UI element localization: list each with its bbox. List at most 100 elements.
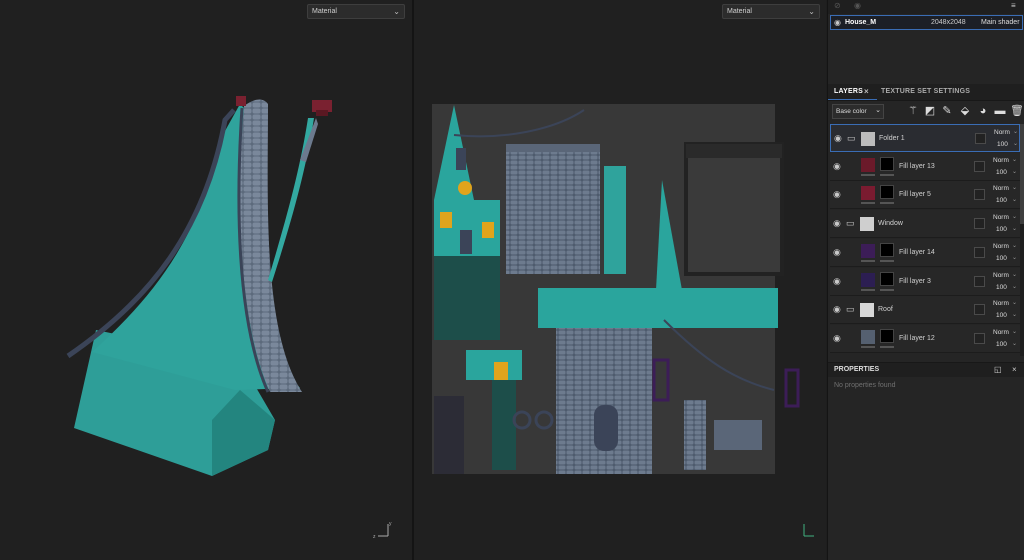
blend-mode-select[interactable]: Norm: [993, 329, 1009, 336]
chevron-down-icon: ⌄: [1012, 271, 1018, 278]
layer-row[interactable]: ◉ ▭ Folder 1 Norm 100 ⌄ ⌄: [830, 124, 1020, 152]
layer-checkbox[interactable]: [974, 189, 985, 201]
layer-thumbnail: [861, 329, 875, 344]
magic-wand-icon[interactable]: ⚚: [907, 104, 919, 118]
layer-row[interactable]: ◉ Fill layer 12 Norm 100 ⌄ ⌄: [830, 324, 1020, 353]
layer-name: Fill layer 3: [899, 277, 931, 285]
chevron-down-icon: ⌄: [393, 7, 400, 16]
eye-icon[interactable]: ◉: [833, 189, 841, 200]
fill-bucket-icon[interactable]: ⬙: [959, 104, 971, 118]
chevron-down-icon: ⌄: [808, 7, 815, 16]
layer-checkbox[interactable]: [974, 304, 985, 316]
lock-icon[interactable]: ⊘: [834, 1, 841, 10]
layer-scrollbar[interactable]: [1020, 124, 1024, 356]
channel-select[interactable]: Base color ⌄: [832, 104, 884, 119]
eye-icon[interactable]: ◉: [833, 333, 841, 344]
add-mask-icon[interactable]: ◩: [924, 104, 936, 118]
layer-checkbox[interactable]: [974, 160, 985, 172]
blend-mode-select[interactable]: Norm: [993, 185, 1009, 192]
brush-icon[interactable]: ✎: [941, 104, 953, 118]
layers-toolbar: Base color ⌄ ⚚ ◩ ✎ ⬙ ◕ ▬ 🗑: [828, 101, 1024, 123]
texture-set-row[interactable]: ◉ House_M 2048x2048 Main shader: [830, 15, 1023, 30]
chevron-down-icon: ⌄: [1012, 197, 1018, 204]
folder-icon[interactable]: ▭: [846, 304, 855, 315]
tab-texture-set-settings[interactable]: TEXTURE SET SETTINGS: [881, 88, 970, 95]
visibility-icon[interactable]: ◉: [854, 1, 861, 10]
opacity-value[interactable]: 100: [996, 169, 1007, 176]
mask-bar: [880, 288, 894, 291]
uv-texture-map: [432, 104, 800, 474]
axis-gizmo-icon: y z: [373, 521, 392, 540]
eye-icon[interactable]: ◉: [833, 304, 841, 315]
chevron-down-icon: ⌄: [1012, 226, 1018, 233]
layer-name: Fill layer 14: [899, 248, 935, 256]
folder-icon[interactable]: ▭: [846, 218, 855, 229]
layer-thumbnail: [860, 303, 874, 318]
layer-mask-thumbnail: [880, 185, 894, 200]
blend-mode-select[interactable]: Norm: [993, 300, 1009, 307]
scrollbar-thumb[interactable]: [1020, 124, 1024, 224]
material-select-3d[interactable]: Material ⌄: [307, 4, 405, 19]
blend-mode-select[interactable]: Norm: [993, 214, 1009, 221]
folder-icon[interactable]: ▭: [847, 133, 856, 144]
tab-layers[interactable]: LAYERS: [834, 88, 863, 95]
layer-row[interactable]: ◉ ▭ Window Norm 100 ⌄ ⌄: [830, 210, 1020, 239]
layer-row[interactable]: ◉ ▭ Roof Norm 100 ⌄ ⌄: [830, 296, 1020, 325]
layer-checkbox[interactable]: [974, 246, 985, 258]
opacity-value[interactable]: 100: [996, 312, 1007, 319]
eye-icon[interactable]: ◉: [834, 133, 842, 144]
opacity-value[interactable]: 100: [996, 284, 1007, 291]
no-properties-text: No properties found: [834, 382, 896, 389]
layer-row[interactable]: ◉ Fill layer 5 Norm 100 ⌄ ⌄: [830, 181, 1020, 210]
layer-thumbnail: [861, 186, 875, 201]
viewport-2d[interactable]: Material ⌄: [414, 0, 826, 560]
undock-icon[interactable]: ◱: [994, 365, 1002, 374]
blend-mode-select[interactable]: Norm: [994, 129, 1010, 136]
layer-row[interactable]: ◉ Fill layer 3 Norm 100 ⌄ ⌄: [830, 267, 1020, 296]
uv-axis-gizmo-icon: [803, 524, 814, 537]
thumb-bar: [861, 202, 875, 205]
add-folder-icon[interactable]: ▬: [994, 104, 1006, 118]
chevron-down-icon: ⌄: [875, 107, 881, 114]
opacity-value[interactable]: 100: [996, 255, 1007, 262]
blend-mode-select[interactable]: Norm: [993, 243, 1009, 250]
layer-mask-thumbnail: [880, 242, 894, 257]
layer-mask-thumbnail: [880, 156, 894, 171]
layer-stack[interactable]: ◉ ▭ Folder 1 Norm 100 ⌄ ⌄ ◉ Fill layer 13 Norm 100…: [828, 124, 1020, 356]
eye-icon[interactable]: ◉: [834, 18, 841, 27]
chevron-down-icon: ⌄: [1012, 300, 1018, 307]
trash-icon[interactable]: 🗑: [1010, 104, 1024, 118]
viewport-3d[interactable]: Material ⌄ y z: [0, 0, 412, 560]
panel-menu-icon[interactable]: ≡: [1011, 1, 1016, 10]
eye-icon[interactable]: ◉: [833, 161, 841, 172]
chevron-down-icon: ⌄: [1012, 283, 1018, 290]
blend-mode-select[interactable]: Norm: [993, 272, 1009, 279]
blend-mode-select[interactable]: Norm: [993, 157, 1009, 164]
eye-icon[interactable]: ◉: [833, 247, 841, 258]
eye-icon[interactable]: ◉: [833, 276, 841, 287]
chevron-down-icon: ⌄: [1013, 141, 1019, 147]
chevron-down-icon: ⌄: [1012, 254, 1018, 261]
thumb-bar: [861, 288, 875, 291]
layer-checkbox[interactable]: [974, 218, 985, 230]
eye-icon[interactable]: ◉: [833, 218, 841, 229]
opacity-value[interactable]: 100: [996, 226, 1007, 233]
layer-name: Fill layer 12: [899, 334, 935, 342]
layer-checkbox[interactable]: [974, 275, 985, 287]
close-icon[interactable]: ×: [1012, 365, 1017, 374]
opacity-value[interactable]: 100: [996, 197, 1007, 204]
opacity-value[interactable]: 100: [996, 341, 1007, 348]
layer-row[interactable]: ◉ Fill layer 13 Norm 100 ⌄ ⌄: [830, 152, 1020, 181]
material-select-2d[interactable]: Material ⌄: [722, 4, 820, 19]
smart-material-icon[interactable]: ◕: [977, 104, 989, 118]
layer-name: Folder 1: [879, 135, 905, 142]
layer-row[interactable]: ◉ Fill layer 14 Norm 100 ⌄ ⌄: [830, 238, 1020, 267]
layer-checkbox[interactable]: [975, 133, 986, 144]
close-icon[interactable]: ×: [864, 87, 869, 96]
material-select-label: Material: [312, 8, 337, 15]
axis-z-label: z: [373, 534, 376, 540]
right-panel: ⊘ ◉ ≡ ◉ House_M 2048x2048 Main shader LA…: [827, 0, 1024, 560]
opacity-value[interactable]: 100: [997, 141, 1008, 148]
layer-checkbox[interactable]: [974, 332, 985, 344]
chevron-down-icon: ⌄: [1012, 242, 1018, 249]
